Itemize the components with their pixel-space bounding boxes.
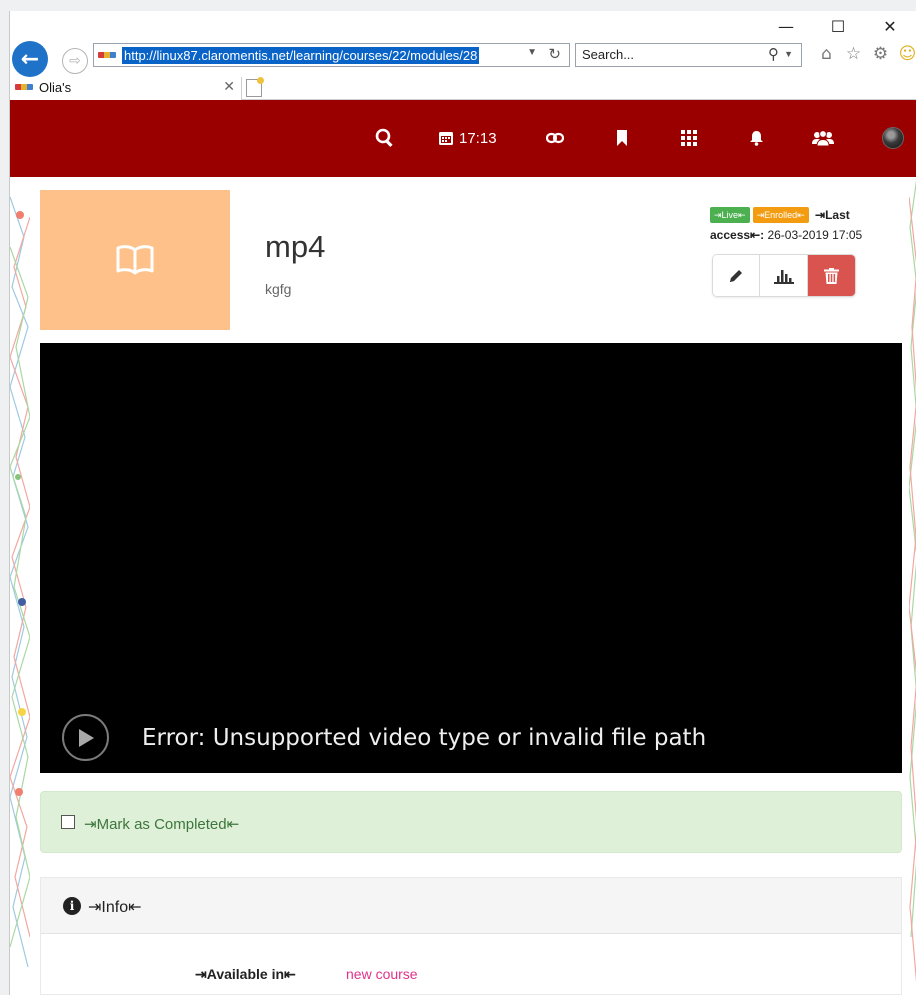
info-icon: i [63,897,81,915]
search-box[interactable]: ⚲ ▼ [575,43,802,67]
gear-icon[interactable]: ⚙ [870,43,891,65]
refresh-icon[interactable]: ↻ [548,45,561,63]
search-button[interactable] [375,126,395,150]
mark-completed-label[interactable]: ⇥Mark as Completed⇤ [84,815,239,833]
new-tab-button[interactable] [246,77,264,97]
completion-panel: ⇥Mark as Completed⇤ [40,791,902,853]
video-player[interactable]: Error: Unsupported video type or invalid… [40,343,902,773]
apps-button[interactable] [681,126,697,150]
module-description: kgfg [265,281,292,297]
bookmarks-button[interactable] [616,126,628,150]
bar-chart-icon [773,269,794,284]
address-bar[interactable]: http://linux87.claromentis.net/learning/… [93,43,570,67]
app-header: 17:13 [10,100,916,177]
calendar-button[interactable]: 17:13 [438,126,497,150]
grid-icon [681,130,697,146]
browser-toolbar-icons: ⌂ ☆ ⚙ ☺ [816,43,916,65]
avatar [882,127,904,149]
search-icon[interactable]: ⚲ [768,45,779,63]
trash-icon [823,267,839,284]
chevron-down-icon[interactable]: ▼ [784,49,793,59]
minimize-button[interactable]: — [760,11,812,41]
tab-olias[interactable]: Olia's ✕ [10,77,242,100]
users-icon [812,130,834,146]
decorative-border-right [909,179,916,983]
last-access-value: 26-03-2019 17:05 [767,228,863,242]
links-button[interactable] [546,126,564,150]
module-page: mp4 kgfg ⇥Live⇤ ⇥Enrolled⇤ ⇥Last access⇤:… [10,177,916,995]
stats-button[interactable] [760,255,808,296]
search-input[interactable] [582,47,752,62]
close-icon[interactable]: ✕ [223,79,235,95]
address-url[interactable]: http://linux87.claromentis.net/learning/… [122,47,480,64]
module-actions [712,254,856,297]
status-badge-enrolled: ⇥Enrolled⇤ [752,207,809,223]
info-panel-header: i ⇥Info⇤ [41,878,901,934]
play-icon [78,728,94,747]
info-title: ⇥Info⇤ [88,899,142,916]
maximize-button[interactable]: ☐ [812,11,864,41]
tab-label: Olia's [39,80,72,95]
clock-time: 17:13 [459,129,497,147]
forward-button[interactable]: ⇨ [62,48,88,74]
star-icon[interactable]: ☆ [843,43,864,65]
video-error-message: Error: Unsupported video type or invalid… [142,725,707,751]
available-in-link[interactable]: new course [346,966,418,982]
home-icon[interactable]: ⌂ [816,43,837,65]
bell-icon [750,131,763,146]
edit-button[interactable] [713,255,761,296]
pencil-icon [730,269,743,282]
status-badge-live: ⇥Live⇤ [710,207,750,223]
navigation-bar: ← ⇨ http://linux87.claromentis.net/learn… [10,39,916,77]
tab-bar: Olia's ✕ [10,77,916,100]
arrow-right-icon: ⇨ [69,53,81,69]
decorative-border-left [10,196,30,968]
bookmark-icon [617,130,627,146]
book-icon [116,245,154,275]
module-thumbnail [40,190,230,330]
browser-window: — ☐ ✕ ← ⇨ http://linux87.claromentis.net… [9,11,916,995]
chevron-down-icon[interactable]: ▼ [527,47,537,58]
module-status: ⇥Live⇤ ⇥Enrolled⇤ ⇥Last access⇤: 26-03-20… [710,205,885,245]
module-title: mp4 [265,229,326,264]
delete-button[interactable] [807,255,855,296]
user-menu-button[interactable] [882,126,904,150]
available-in-label: ⇥Available in⇤ [195,966,296,982]
info-panel: i ⇥Info⇤ ⇥Available in⇤ new course [40,877,902,995]
notifications-button[interactable] [749,126,764,150]
close-window-button[interactable]: ✕ [864,11,916,41]
mark-completed-checkbox[interactable] [61,815,75,829]
back-button[interactable]: ← [12,41,48,77]
link-icon [546,132,564,144]
search-icon [375,128,393,147]
play-button[interactable] [62,714,109,761]
smiley-icon[interactable]: ☺ [897,43,916,65]
arrow-left-icon: ← [20,46,40,72]
people-button[interactable] [812,126,834,150]
site-favicon [15,84,33,90]
calendar-icon [439,132,453,145]
site-favicon [98,52,116,58]
